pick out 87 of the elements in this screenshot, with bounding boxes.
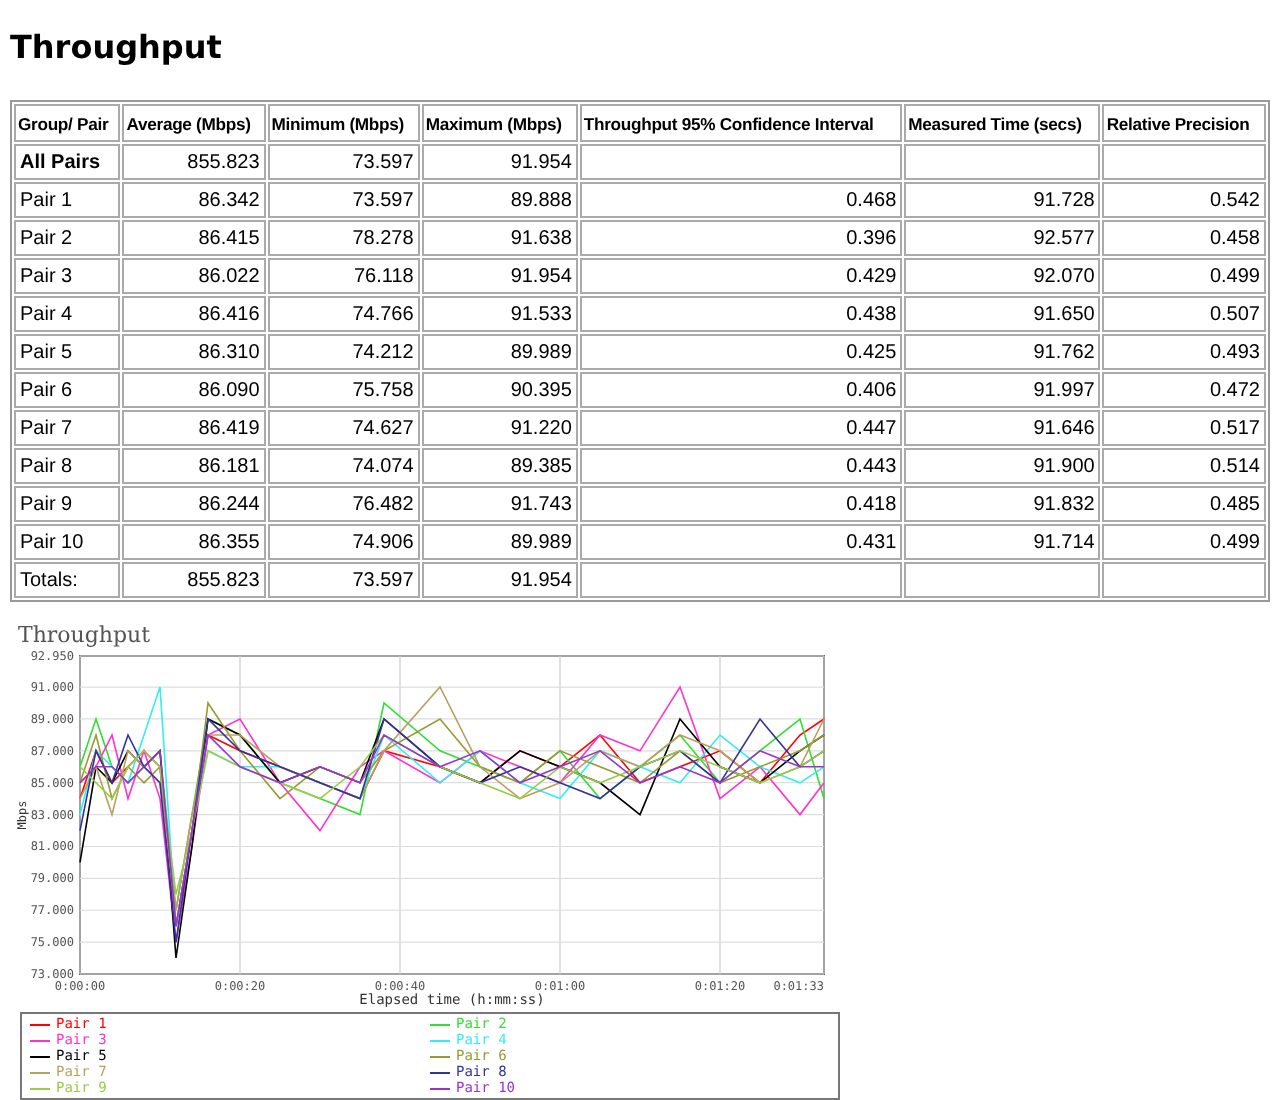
table-cell: 0.396 xyxy=(579,220,903,256)
table-cell: 0.431 xyxy=(579,524,903,560)
table-cell: 90.395 xyxy=(421,372,578,408)
column-header: Minimum (Mbps) xyxy=(267,104,420,142)
table-cell: Pair 1 xyxy=(14,182,121,218)
table-cell: 73.597 xyxy=(267,144,420,180)
table-cell: 89.989 xyxy=(421,524,578,560)
table-cell: 76.118 xyxy=(267,258,420,294)
page-title: Throughput xyxy=(10,28,224,66)
table-cell: Pair 5 xyxy=(14,334,121,370)
table-cell: 91.954 xyxy=(421,258,578,294)
table-cell: 91.954 xyxy=(421,562,578,598)
table-cell: 74.906 xyxy=(267,524,420,560)
table-cell: 74.074 xyxy=(267,448,420,484)
table-cell: 91.650 xyxy=(904,296,1101,332)
table-cell: 0.542 xyxy=(1102,182,1266,218)
table-cell: 0.507 xyxy=(1102,296,1266,332)
table-cell: 0.499 xyxy=(1102,258,1266,294)
column-header: Measured Time (secs) xyxy=(904,104,1101,142)
chart-title: Throughput xyxy=(18,622,153,648)
table-cell: 91.832 xyxy=(904,486,1101,522)
table-cell: 0.406 xyxy=(579,372,903,408)
table-cell: 0.458 xyxy=(1102,220,1266,256)
table-cell: 91.762 xyxy=(904,334,1101,370)
table-cell: All Pairs xyxy=(14,144,121,180)
table-cell: 0.499 xyxy=(1102,524,1266,560)
table-cell: 74.212 xyxy=(267,334,420,370)
table-cell: 91.220 xyxy=(421,410,578,446)
table-cell: 76.482 xyxy=(267,486,420,522)
table-cell: 86.416 xyxy=(122,296,266,332)
table-cell: 0.447 xyxy=(579,410,903,446)
table-cell: 86.415 xyxy=(122,220,266,256)
table-cell: 73.597 xyxy=(267,562,420,598)
table-cell: 91.646 xyxy=(904,410,1101,446)
table-cell: 91.638 xyxy=(421,220,578,256)
table-cell: 92.070 xyxy=(904,258,1101,294)
table-cell: 0.517 xyxy=(1102,410,1266,446)
table-cell: 91.900 xyxy=(904,448,1101,484)
table-cell: Pair 4 xyxy=(14,296,121,332)
table-cell: 855.823 xyxy=(122,144,266,180)
table-cell: 0.485 xyxy=(1102,486,1266,522)
column-header: Average (Mbps) xyxy=(122,104,266,142)
table-cell: 91.714 xyxy=(904,524,1101,560)
table-cell: 91.954 xyxy=(421,144,578,180)
table-cell: 0.468 xyxy=(579,182,903,218)
table-cell: 91.533 xyxy=(421,296,578,332)
table-cell: 91.997 xyxy=(904,372,1101,408)
table-cell: Pair 8 xyxy=(14,448,121,484)
table-cell: 89.888 xyxy=(421,182,578,218)
column-header: Relative Precision xyxy=(1102,104,1266,142)
table-cell: 0.443 xyxy=(579,448,903,484)
table-cell: 86.181 xyxy=(122,448,266,484)
table-cell: 78.278 xyxy=(267,220,420,256)
table-cell: Pair 3 xyxy=(14,258,121,294)
table-cell: 86.090 xyxy=(122,372,266,408)
table-cell: 92.577 xyxy=(904,220,1101,256)
table-cell: 0.493 xyxy=(1102,334,1266,370)
table-cell: Pair 6 xyxy=(14,372,121,408)
table-cell: 0.472 xyxy=(1102,372,1266,408)
column-header: Maximum (Mbps) xyxy=(421,104,578,142)
table-cell: 0.418 xyxy=(579,486,903,522)
table-cell: 86.419 xyxy=(122,410,266,446)
table-cell: 0.514 xyxy=(1102,448,1266,484)
table-cell: 91.743 xyxy=(421,486,578,522)
table-cell: 74.627 xyxy=(267,410,420,446)
table-cell: Totals: xyxy=(14,562,121,598)
table-cell: 86.310 xyxy=(122,334,266,370)
table-cell: Pair 7 xyxy=(14,410,121,446)
table-cell: 91.728 xyxy=(904,182,1101,218)
table-cell: 86.342 xyxy=(122,182,266,218)
table-cell: 73.597 xyxy=(267,182,420,218)
table-cell: 89.989 xyxy=(421,334,578,370)
table-cell: 0.425 xyxy=(579,334,903,370)
table-cell: 0.438 xyxy=(579,296,903,332)
table-cell: Pair 10 xyxy=(14,524,121,560)
table-cell: Pair 9 xyxy=(14,486,121,522)
table-cell: 86.022 xyxy=(122,258,266,294)
table-cell: 86.244 xyxy=(122,486,266,522)
table-cell: 75.758 xyxy=(267,372,420,408)
table-cell: 89.385 xyxy=(421,448,578,484)
table-cell: 74.766 xyxy=(267,296,420,332)
table-cell: 86.355 xyxy=(122,524,266,560)
column-header: Group/ Pair xyxy=(14,104,121,142)
table-cell: 0.429 xyxy=(579,258,903,294)
table-cell: 855.823 xyxy=(122,562,266,598)
column-header: Throughput 95% Confidence Interval xyxy=(579,104,903,142)
table-cell: Pair 2 xyxy=(14,220,121,256)
